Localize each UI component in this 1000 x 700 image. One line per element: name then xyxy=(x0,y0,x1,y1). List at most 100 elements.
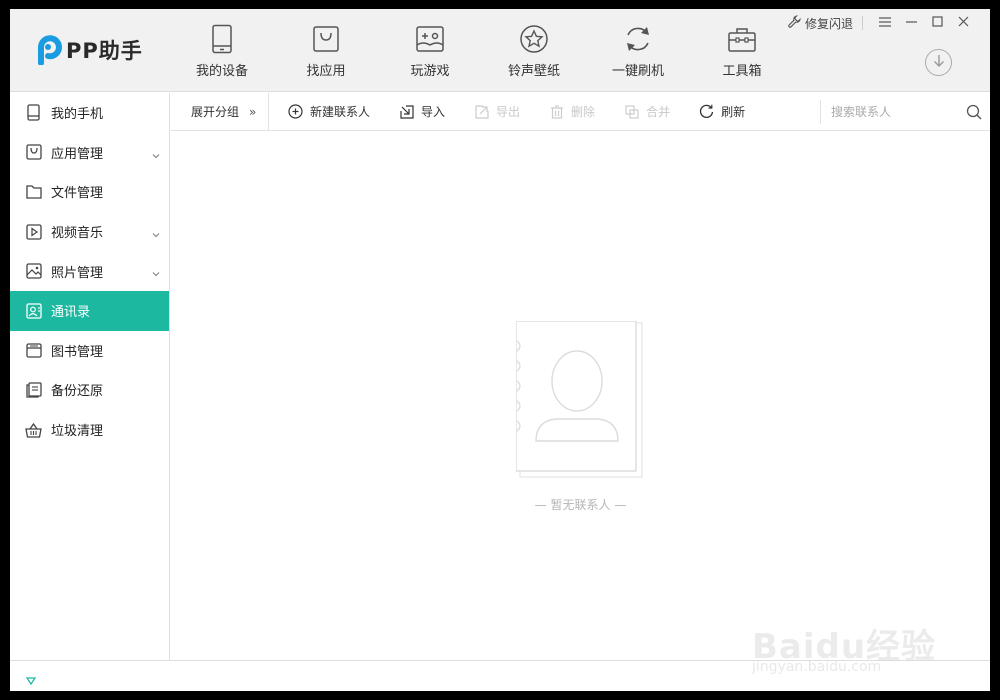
gamepad-icon xyxy=(414,23,446,55)
app-window: PP助手 我的设备 找应用 玩游戏 铃声壁纸 一键刷机 工具箱 修复闪退 我的手… xyxy=(10,9,990,691)
sidebar-item-contacts[interactable]: 通讯录 xyxy=(10,290,169,331)
nav-play-games[interactable]: 玩游戏 xyxy=(378,23,482,83)
merge-button[interactable]: 合并 xyxy=(624,93,670,131)
nav-ringtones-wallpapers[interactable]: 铃声壁纸 xyxy=(482,23,586,83)
import-button[interactable]: 导入 xyxy=(399,93,445,131)
top-bar: PP助手 我的设备 找应用 玩游戏 铃声壁纸 一键刷机 工具箱 修复闪退 xyxy=(10,9,990,92)
nav-toolbox[interactable]: 工具箱 xyxy=(690,23,794,83)
sidebar-item-backup-restore[interactable]: 备份还原 xyxy=(10,370,169,410)
nav-label: 铃声壁纸 xyxy=(507,64,560,79)
phone-icon xyxy=(25,104,42,121)
nav-label: 工具箱 xyxy=(722,64,762,79)
menu-button[interactable] xyxy=(872,13,898,33)
chevron-down-icon[interactable] xyxy=(151,146,161,158)
pp-logo-icon xyxy=(34,35,62,66)
merge-label: 合并 xyxy=(646,105,671,119)
chevron-down-icon[interactable] xyxy=(151,225,161,238)
top-nav: 我的设备 找应用 玩游戏 铃声壁纸 一键刷机 工具箱 xyxy=(170,23,794,83)
divider xyxy=(862,16,863,30)
maximize-button[interactable] xyxy=(924,13,950,33)
expand-groups-button[interactable]: 展开分组 » xyxy=(171,92,269,131)
contacts-content: — 暂无联系人 — xyxy=(171,132,990,660)
trash-icon xyxy=(549,104,564,119)
sidebar-item-junk-cleanup[interactable]: 垃圾清理 xyxy=(10,410,169,450)
close-button[interactable] xyxy=(950,13,976,33)
repair-crash-label: 修复闪退 xyxy=(804,16,853,31)
sidebar-item-label: 备份还原 xyxy=(51,384,104,400)
phone-icon xyxy=(206,23,238,55)
menu-icon xyxy=(879,16,891,30)
export-icon xyxy=(474,104,489,119)
double-chevron-right-icon: » xyxy=(249,104,257,119)
merge-icon xyxy=(624,104,639,119)
download-manager-button[interactable] xyxy=(925,49,952,76)
sidebar-item-book-management[interactable]: 图书管理 xyxy=(10,331,169,371)
play-icon xyxy=(25,223,42,240)
watermark-url: jingyan.baidu.com xyxy=(752,659,882,675)
empty-contacts-message: — 暂无联系人 — xyxy=(534,498,627,512)
app-logo-text: PP助手 xyxy=(66,39,143,63)
sidebar-item-label: 照片管理 xyxy=(51,265,104,281)
minimize-icon xyxy=(905,16,917,30)
sidebar-item-label: 图书管理 xyxy=(51,344,104,360)
sidebar-item-label: 垃圾清理 xyxy=(51,424,104,440)
sidebar-item-app-management[interactable]: 应用管理 xyxy=(10,133,169,173)
delete-label: 删除 xyxy=(571,105,596,119)
contact-card-icon xyxy=(25,302,42,319)
contact-search-input[interactable] xyxy=(831,105,961,119)
backup-icon xyxy=(25,381,42,398)
book-icon xyxy=(25,342,42,359)
nav-label: 找应用 xyxy=(306,64,346,79)
refresh-icon xyxy=(622,23,654,55)
refresh-icon xyxy=(699,104,714,119)
import-icon xyxy=(399,104,414,119)
refresh-button[interactable]: 刷新 xyxy=(699,93,745,131)
new-contact-button[interactable]: 新建联系人 xyxy=(288,93,370,131)
delete-button[interactable]: 删除 xyxy=(549,93,595,131)
expand-groups-label: 展开分组 xyxy=(191,105,240,119)
shopping-bag-icon xyxy=(310,23,342,55)
sidebar-item-label: 视频音乐 xyxy=(51,226,104,242)
sidebar-item-photo-management[interactable]: 照片管理 xyxy=(10,251,169,291)
new-contact-label: 新建联系人 xyxy=(310,105,371,119)
photo-icon xyxy=(25,263,42,280)
empty-contacts-illustration-icon xyxy=(515,320,644,479)
app-logo: PP助手 xyxy=(34,33,143,67)
nav-label: 玩游戏 xyxy=(410,64,450,79)
triangle-down-icon[interactable] xyxy=(25,671,37,686)
sidebar-item-label: 我的手机 xyxy=(51,107,104,123)
import-label: 导入 xyxy=(421,105,446,119)
sidebar-item-label: 应用管理 xyxy=(51,146,104,162)
minimize-button[interactable] xyxy=(898,13,924,33)
nav-my-device[interactable]: 我的设备 xyxy=(170,23,274,83)
folder-icon xyxy=(25,183,42,200)
arrow-down-icon xyxy=(933,53,945,72)
chevron-down-icon[interactable] xyxy=(151,264,161,277)
repair-crash-button[interactable]: 修复闪退 xyxy=(788,15,853,32)
refresh-label: 刷新 xyxy=(721,105,746,119)
wrench-icon xyxy=(788,15,801,31)
sidebar: 我的手机 应用管理 文件管理 视频音乐 照片管理 通讯录 图书管理 备份还原 垃… xyxy=(10,93,170,660)
nav-one-click-flash[interactable]: 一键刷机 xyxy=(586,23,690,83)
nav-label: 我的设备 xyxy=(195,64,248,79)
watermark: Baidu经验 jingyan.baidu.com xyxy=(752,619,942,679)
app-bag-icon xyxy=(25,144,42,161)
basket-icon xyxy=(25,421,42,438)
nav-find-apps[interactable]: 找应用 xyxy=(274,23,378,83)
export-button[interactable]: 导出 xyxy=(474,93,520,131)
toolbox-icon xyxy=(726,23,758,55)
close-icon xyxy=(958,16,969,30)
window-controls: 修复闪退 xyxy=(788,13,976,33)
export-label: 导出 xyxy=(496,105,521,119)
sidebar-item-video-music[interactable]: 视频音乐 xyxy=(10,212,169,252)
sidebar-item-my-phone[interactable]: 我的手机 xyxy=(10,93,169,133)
star-icon xyxy=(518,23,550,55)
contacts-toolbar: 展开分组 » 新建联系人 导入 导出 删除 合并 刷新 搜索联系人 xyxy=(171,92,990,131)
sidebar-item-label: 文件管理 xyxy=(51,186,104,202)
sidebar-item-file-management[interactable]: 文件管理 xyxy=(10,172,169,212)
maximize-icon xyxy=(931,16,943,30)
search-icon[interactable] xyxy=(966,104,982,120)
contact-search-box xyxy=(820,100,990,124)
nav-label: 一键刷机 xyxy=(611,64,664,79)
sidebar-item-label: 通讯录 xyxy=(51,305,91,321)
